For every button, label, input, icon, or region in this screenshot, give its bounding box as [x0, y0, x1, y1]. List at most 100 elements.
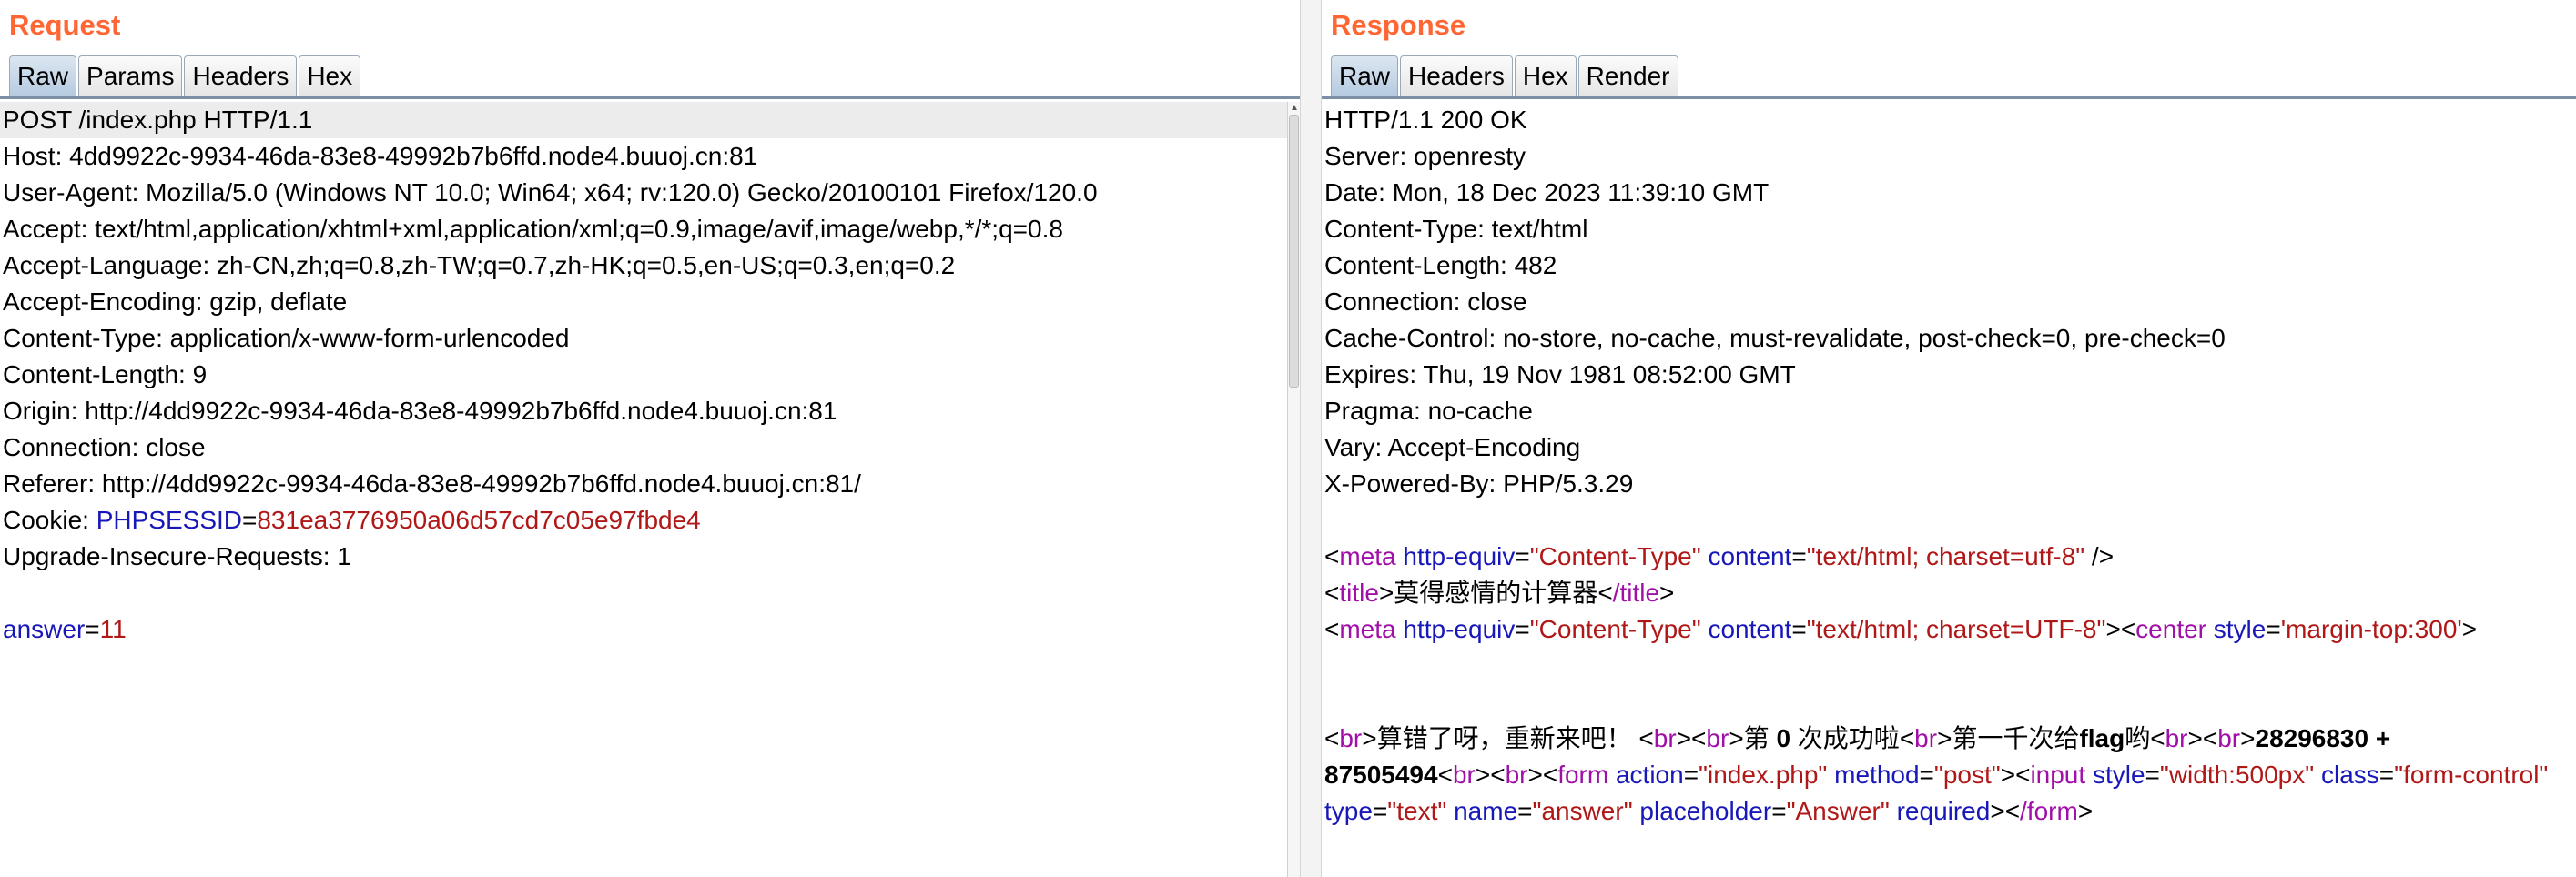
cookie-prefix: Cookie:: [3, 506, 96, 534]
code-token: "answer": [1532, 797, 1633, 825]
response-html-line: <meta http-equiv="Content-Type" content=…: [1324, 539, 2114, 575]
request-editor[interactable]: POST /index.php HTTP/1.1 Host: 4dd9922c-…: [0, 102, 1300, 877]
code-token: <: [1542, 761, 1558, 789]
code-token: br: [1914, 724, 1938, 752]
code-token: http-equiv: [1403, 615, 1516, 643]
code-token: title: [1339, 579, 1379, 607]
request-cookie-line: Cookie: PHPSESSID=831ea3776950a06d57cd7c…: [3, 502, 701, 539]
code-token: 次成功啦: [1790, 724, 1900, 752]
request-line: Accept-Language: zh-CN,zh;q=0.8,zh-TW;q=…: [3, 251, 956, 279]
code-token: br: [1339, 724, 1363, 752]
request-line: Referer: http://4dd9922c-9934-46da-83e8-…: [3, 469, 861, 498]
code-token: "width:500px": [2159, 761, 2315, 789]
code-token: =: [1791, 615, 1807, 643]
response-header-line: Content-Length: 482: [1324, 251, 1557, 279]
code-token: br: [2165, 724, 2188, 752]
request-tab-params[interactable]: Params: [78, 55, 183, 96]
code-token: >: [1937, 724, 1952, 752]
request-tab-headers[interactable]: Headers: [184, 55, 298, 96]
math-expression-part2: 87505494: [1324, 761, 1438, 789]
code-token: >: [1676, 724, 1692, 752]
code-token: "index.php": [1699, 761, 1828, 789]
code-token: >: [1362, 724, 1377, 752]
code-token: =: [1919, 761, 1934, 789]
response-header-line: Date: Mon, 18 Dec 2023 11:39:10 GMT: [1324, 178, 1770, 207]
code-token: >: [1378, 579, 1394, 607]
code-token: flag: [2079, 724, 2125, 752]
code-token: <: [2004, 797, 2021, 825]
code-token: br: [1706, 724, 1729, 752]
response-tab-render[interactable]: Render: [1577, 55, 1678, 96]
response-tab-raw[interactable]: Raw: [1331, 55, 1399, 96]
param-equals: =: [85, 615, 100, 643]
response-html-line: <title>莫得感情的计算器</title>: [1324, 575, 1674, 611]
code-token: <: [1691, 724, 1707, 752]
request-pane: Request Raw Params Headers Hex POST /ind…: [0, 0, 1300, 877]
code-token: =: [1683, 761, 1699, 789]
code-token: "text/html; charset=utf-8": [1806, 542, 2085, 570]
code-token: <: [1597, 579, 1613, 607]
response-html-line: 87505494<br><br><form action="index.php"…: [1324, 757, 2548, 793]
code-token: >: [1527, 761, 1543, 789]
code-token: placeholder: [1639, 797, 1772, 825]
code-token: required: [1896, 797, 1991, 825]
request-line: Accept: text/html,application/xhtml+xml,…: [3, 215, 1063, 243]
code-token: http-equiv: [1403, 542, 1516, 570]
code-token: <: [1324, 724, 1340, 752]
code-token: type: [1324, 797, 1373, 825]
code-token: <: [2150, 724, 2165, 752]
response-html-line: <meta http-equiv="Content-Type" content=…: [1324, 611, 2477, 648]
page-title-text: 莫得感情的计算器: [1394, 579, 1598, 607]
code-token: "Content-Type": [1529, 542, 1701, 570]
response-header-line: Pragma: no-cache: [1324, 397, 1533, 425]
code-token: 哟: [2125, 724, 2151, 752]
code-token: <: [1324, 542, 1340, 570]
code-token: content: [1708, 615, 1792, 643]
request-line: Upgrade-Insecure-Requests: 1: [3, 542, 351, 570]
request-tab-raw[interactable]: Raw: [9, 55, 77, 96]
code-token: meta: [1339, 615, 1396, 643]
param-name: answer: [3, 615, 86, 643]
request-tab-rule: [0, 96, 1300, 99]
response-editor[interactable]: HTTP/1.1 200 OK Server: openresty Date: …: [1322, 102, 2576, 877]
scrollbar-thumb[interactable]: [1289, 115, 1299, 388]
code-token: <: [2015, 761, 2031, 789]
request-tab-hex[interactable]: Hex: [299, 55, 361, 96]
request-line: Host: 4dd9922c-9934-46da-83e8-49992b7b6f…: [3, 142, 758, 170]
response-header-line: Cache-Control: no-store, no-cache, must-…: [1324, 324, 2226, 352]
code-token: action: [1615, 761, 1684, 789]
request-line: Origin: http://4dd9922c-9934-46da-83e8-4…: [3, 397, 837, 425]
scroll-up-arrow-icon[interactable]: ▲: [1290, 104, 1299, 113]
response-tab-headers[interactable]: Headers: [1400, 55, 1513, 96]
request-body-line: answer=11: [3, 611, 127, 648]
code-token: content: [1708, 542, 1792, 570]
code-token: >: [2461, 615, 2478, 643]
response-tab-hex[interactable]: Hex: [1514, 55, 1577, 96]
code-token: "text/html; charset=UTF-8": [1806, 615, 2106, 643]
code-token: >: [2000, 761, 2016, 789]
code-token: >: [2105, 615, 2121, 643]
code-token: >: [1729, 724, 1744, 752]
code-token: style: [2213, 615, 2267, 643]
code-token: <: [2120, 615, 2136, 643]
request-line: Content-Type: application/x-www-form-url…: [3, 324, 570, 352]
pane-splitter[interactable]: [1300, 0, 1322, 877]
code-token: =: [1515, 542, 1530, 570]
response-header-line: HTTP/1.1 200 OK: [1324, 106, 1527, 134]
request-vertical-scrollbar[interactable]: ▲: [1287, 102, 1300, 877]
code-token: br: [1653, 724, 1677, 752]
response-header-line: Content-Type: text/html: [1324, 215, 1588, 243]
math-expression-part1: 28296830 +: [2255, 724, 2391, 752]
code-token: >: [1990, 797, 2005, 825]
code-token: >: [2187, 724, 2203, 752]
code-token: br: [2217, 724, 2241, 752]
code-token: <: [1437, 761, 1453, 789]
code-token: =: [1372, 797, 1388, 825]
code-token: />: [2084, 542, 2115, 570]
